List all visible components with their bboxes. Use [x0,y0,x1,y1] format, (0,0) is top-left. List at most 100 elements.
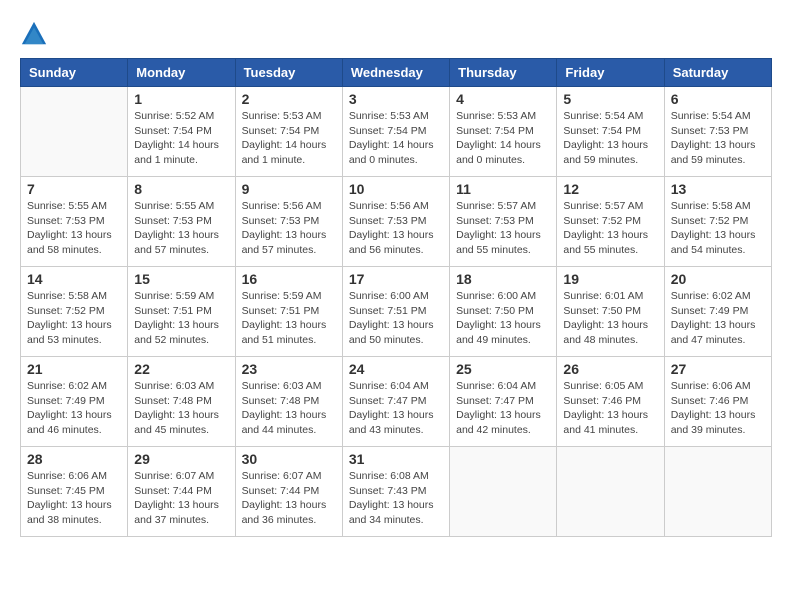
day-info: Sunrise: 6:02 AM Sunset: 7:49 PM Dayligh… [671,289,765,348]
calendar-cell: 14 Sunrise: 5:58 AM Sunset: 7:52 PM Dayli… [21,267,128,357]
day-number: 13 [671,181,765,197]
logo-icon [20,20,48,48]
day-info: Sunrise: 5:59 AM Sunset: 7:51 PM Dayligh… [134,289,228,348]
day-number: 19 [563,271,657,287]
day-number: 25 [456,361,550,377]
day-info: Sunrise: 6:06 AM Sunset: 7:45 PM Dayligh… [27,469,121,528]
calendar-cell: 23Sunrise: 6:03 AM Sunset: 7:48 PM Dayli… [235,357,342,447]
day-info: Sunrise: 5:55 AM Sunset: 7:53 PM Dayligh… [27,199,121,258]
day-of-week-header: Friday [557,59,664,87]
day-number: 21 [27,361,121,377]
calendar-cell: 3Sunrise: 5:53 AM Sunset: 7:54 PM Daylig… [342,87,449,177]
day-number: 27 [671,361,765,377]
day-number: 17 [349,271,443,287]
calendar-cell: 26 Sunrise: 6:05 AM Sunset: 7:46 PM Dayli… [557,357,664,447]
day-info: Sunrise: 5:56 AM Sunset: 7:53 PM Dayligh… [349,199,443,258]
day-info: Sunrise: 5:55 AM Sunset: 7:53 PM Dayligh… [134,199,228,258]
day-of-week-header: Saturday [664,59,771,87]
day-number: 26 [563,361,657,377]
calendar-cell: 29 Sunrise: 6:07 AM Sunset: 7:44 PM Dayli… [128,447,235,537]
day-number: 7 [27,181,121,197]
day-number: 23 [242,361,336,377]
day-number: 8 [134,181,228,197]
day-info: Sunrise: 6:07 AM Sunset: 7:44 PM Dayligh… [242,469,336,528]
day-info: Sunrise: 5:59 AM Sunset: 7:51 PM Dayligh… [242,289,336,348]
day-number: 31 [349,451,443,467]
day-number: 11 [456,181,550,197]
day-info: Sunrise: 5:53 AM Sunset: 7:54 PM Dayligh… [242,109,336,168]
day-number: 4 [456,91,550,107]
day-of-week-header: Wednesday [342,59,449,87]
calendar-cell [664,447,771,537]
day-info: Sunrise: 6:07 AM Sunset: 7:44 PM Dayligh… [134,469,228,528]
day-number: 22 [134,361,228,377]
day-number: 18 [456,271,550,287]
calendar-cell: 20Sunrise: 6:02 AM Sunset: 7:49 PM Dayli… [664,267,771,357]
day-number: 30 [242,451,336,467]
calendar-cell: 24 Sunrise: 6:04 AM Sunset: 7:47 PM Dayli… [342,357,449,447]
day-of-week-header: Sunday [21,59,128,87]
day-info: Sunrise: 5:57 AM Sunset: 7:52 PM Dayligh… [563,199,657,258]
calendar-cell: 22 Sunrise: 6:03 AM Sunset: 7:48 PM Dayli… [128,357,235,447]
calendar-cell: 15 Sunrise: 5:59 AM Sunset: 7:51 PM Dayli… [128,267,235,357]
day-number: 10 [349,181,443,197]
day-info: Sunrise: 5:52 AM Sunset: 7:54 PM Dayligh… [134,109,228,168]
calendar-week-row: 14 Sunrise: 5:58 AM Sunset: 7:52 PM Dayli… [21,267,772,357]
day-number: 14 [27,271,121,287]
day-number: 28 [27,451,121,467]
day-info: Sunrise: 5:54 AM Sunset: 7:54 PM Dayligh… [563,109,657,168]
day-number: 2 [242,91,336,107]
day-info: Sunrise: 6:02 AM Sunset: 7:49 PM Dayligh… [27,379,121,438]
calendar-cell: 1 Sunrise: 5:52 AM Sunset: 7:54 PM Daylig… [128,87,235,177]
page-header [20,20,772,48]
calendar-cell: 18 Sunrise: 6:00 AM Sunset: 7:50 PM Dayli… [450,267,557,357]
day-info: Sunrise: 6:01 AM Sunset: 7:50 PM Dayligh… [563,289,657,348]
calendar-cell: 8 Sunrise: 5:55 AM Sunset: 7:53 PM Daylig… [128,177,235,267]
calendar-cell: 30 Sunrise: 6:07 AM Sunset: 7:44 PM Dayli… [235,447,342,537]
calendar-week-row: 7 Sunrise: 5:55 AM Sunset: 7:53 PM Daylig… [21,177,772,267]
calendar-cell: 12 Sunrise: 5:57 AM Sunset: 7:52 PM Dayli… [557,177,664,267]
calendar-cell: 21 Sunrise: 6:02 AM Sunset: 7:49 PM Dayli… [21,357,128,447]
day-number: 5 [563,91,657,107]
calendar-cell: 17Sunrise: 6:00 AM Sunset: 7:51 PM Dayli… [342,267,449,357]
calendar-week-row: 1 Sunrise: 5:52 AM Sunset: 7:54 PM Daylig… [21,87,772,177]
day-info: Sunrise: 5:54 AM Sunset: 7:53 PM Dayligh… [671,109,765,168]
day-of-week-header: Thursday [450,59,557,87]
day-info: Sunrise: 5:58 AM Sunset: 7:52 PM Dayligh… [671,199,765,258]
day-info: Sunrise: 5:58 AM Sunset: 7:52 PM Dayligh… [27,289,121,348]
day-of-week-header: Tuesday [235,59,342,87]
calendar-cell: 5 Sunrise: 5:54 AM Sunset: 7:54 PM Daylig… [557,87,664,177]
calendar-header-row: SundayMondayTuesdayWednesdayThursdayFrid… [21,59,772,87]
calendar-cell: 25 Sunrise: 6:04 AM Sunset: 7:47 PM Dayli… [450,357,557,447]
calendar-cell: 13 Sunrise: 5:58 AM Sunset: 7:52 PM Dayli… [664,177,771,267]
day-info: Sunrise: 5:53 AM Sunset: 7:54 PM Dayligh… [349,109,443,168]
calendar-cell: 31 Sunrise: 6:08 AM Sunset: 7:43 PM Dayli… [342,447,449,537]
day-info: Sunrise: 6:04 AM Sunset: 7:47 PM Dayligh… [349,379,443,438]
calendar-cell: 2 Sunrise: 5:53 AM Sunset: 7:54 PM Daylig… [235,87,342,177]
calendar-cell: 7 Sunrise: 5:55 AM Sunset: 7:53 PM Daylig… [21,177,128,267]
day-info: Sunrise: 6:00 AM Sunset: 7:50 PM Dayligh… [456,289,550,348]
calendar-cell: 19 Sunrise: 6:01 AM Sunset: 7:50 PM Dayli… [557,267,664,357]
day-number: 15 [134,271,228,287]
calendar-cell [557,447,664,537]
calendar-cell: 28 Sunrise: 6:06 AM Sunset: 7:45 PM Dayli… [21,447,128,537]
day-number: 1 [134,91,228,107]
day-number: 24 [349,361,443,377]
calendar-cell: 10 Sunrise: 5:56 AM Sunset: 7:53 PM Dayli… [342,177,449,267]
day-of-week-header: Monday [128,59,235,87]
day-info: Sunrise: 6:04 AM Sunset: 7:47 PM Dayligh… [456,379,550,438]
calendar-cell [21,87,128,177]
calendar-week-row: 21 Sunrise: 6:02 AM Sunset: 7:49 PM Dayli… [21,357,772,447]
day-info: Sunrise: 5:53 AM Sunset: 7:54 PM Dayligh… [456,109,550,168]
calendar-cell: 6Sunrise: 5:54 AM Sunset: 7:53 PM Daylig… [664,87,771,177]
day-info: Sunrise: 6:08 AM Sunset: 7:43 PM Dayligh… [349,469,443,528]
calendar-cell: 11Sunrise: 5:57 AM Sunset: 7:53 PM Dayli… [450,177,557,267]
day-info: Sunrise: 6:05 AM Sunset: 7:46 PM Dayligh… [563,379,657,438]
calendar-cell: 9Sunrise: 5:56 AM Sunset: 7:53 PM Daylig… [235,177,342,267]
calendar-cell: 16Sunrise: 5:59 AM Sunset: 7:51 PM Dayli… [235,267,342,357]
day-number: 12 [563,181,657,197]
day-number: 29 [134,451,228,467]
calendar-week-row: 28 Sunrise: 6:06 AM Sunset: 7:45 PM Dayli… [21,447,772,537]
day-number: 9 [242,181,336,197]
day-info: Sunrise: 6:03 AM Sunset: 7:48 PM Dayligh… [134,379,228,438]
